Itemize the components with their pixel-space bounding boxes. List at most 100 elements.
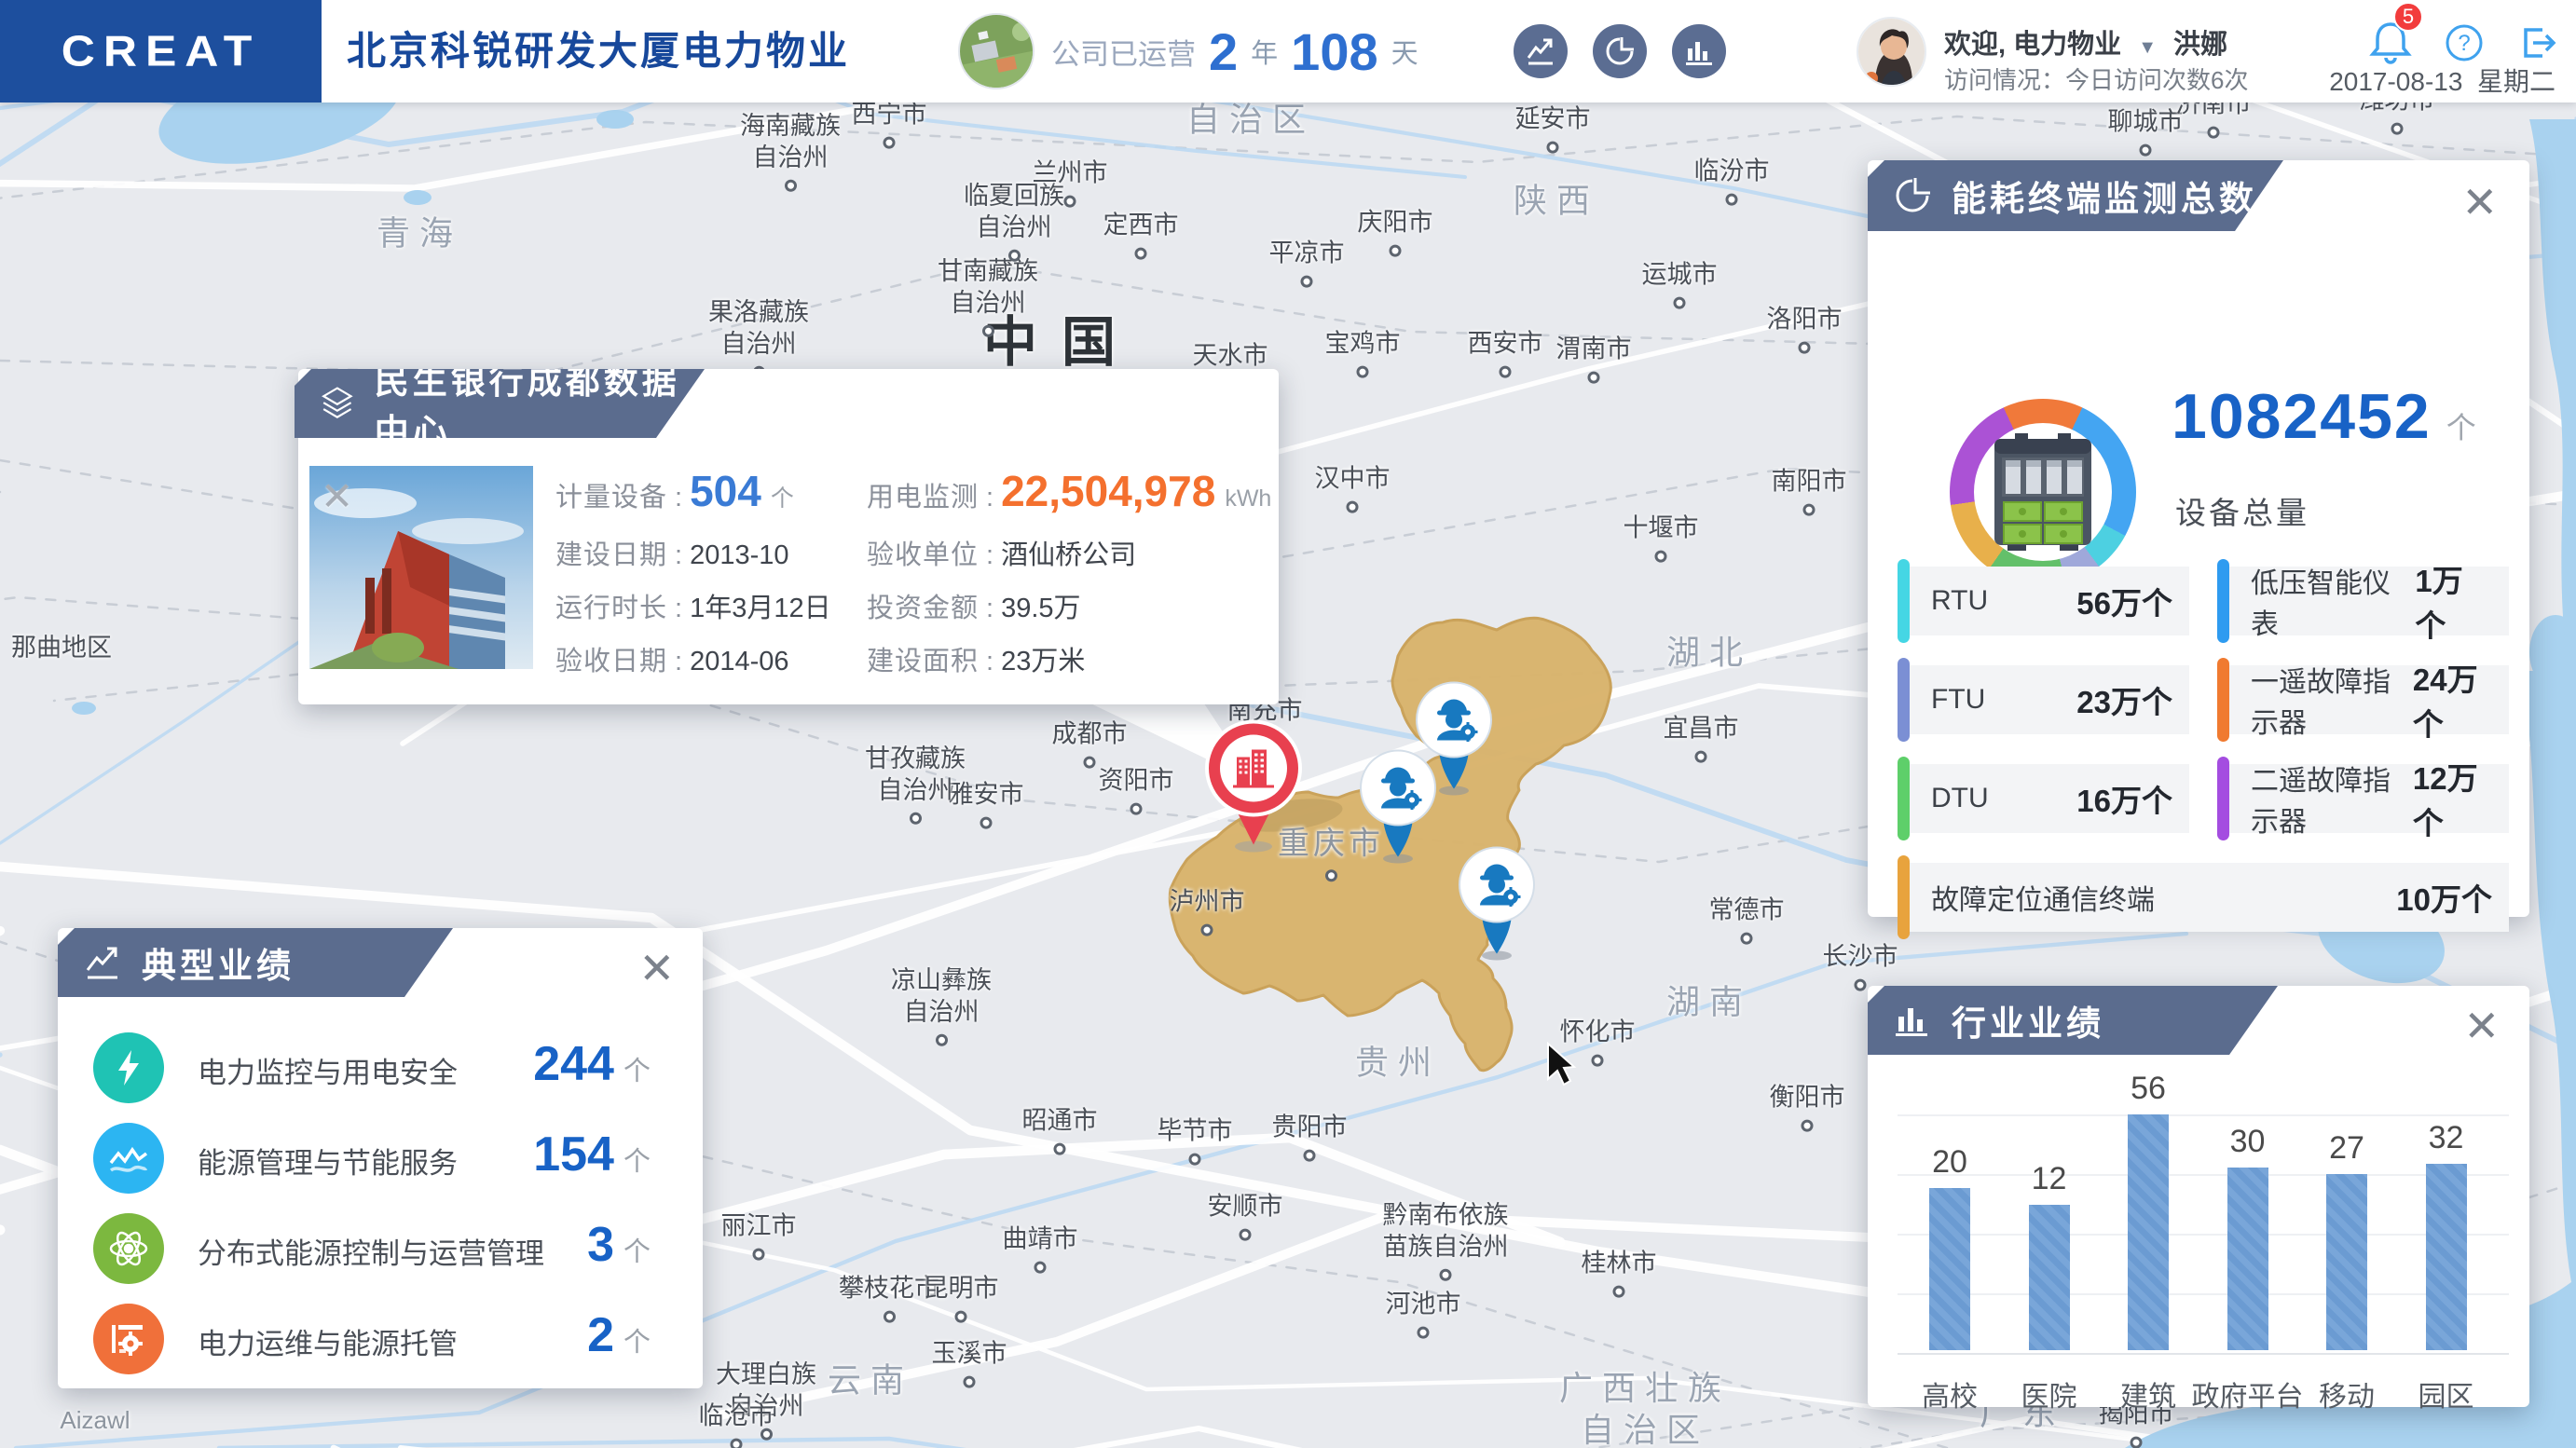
bar-category-label: 园区 bbox=[2418, 1382, 2474, 1413]
user-avatar[interactable] bbox=[1857, 17, 1926, 87]
weekday-text: 星期二 bbox=[2476, 67, 2555, 96]
site-detail-popup: 民生银行成都数据中心 ✕ 计量设备:504 个建设日期:2013-10 运行时长… bbox=[298, 369, 1279, 704]
site-pin-worker[interactable] bbox=[1452, 844, 1541, 968]
bar-category-label: 建筑 bbox=[2120, 1382, 2176, 1413]
industry-performance-panel: 行业业绩 ✕ 20 高校 12 医院 56 建筑 30 政府平台 27 移动 32 园区 bbox=[1868, 986, 2529, 1413]
battery-device-icon bbox=[1994, 433, 2091, 551]
bar[interactable]: 32 bbox=[2425, 1120, 2467, 1350]
popup-field: 验收单位: 酒仙桥公司 bbox=[867, 540, 1137, 570]
performance-label: 电力运维与能源托管 bbox=[198, 1328, 458, 1360]
map-label: 定西市 bbox=[1103, 211, 1179, 260]
city-dot bbox=[2391, 122, 2404, 135]
device-row[interactable]: 低压智能仪表 1万个 bbox=[2217, 559, 2509, 643]
typical-panel-title: 典型业绩 bbox=[142, 947, 295, 985]
popup-field: 建设面积:23万米 bbox=[867, 647, 1086, 676]
device-label: RTU bbox=[1931, 585, 1989, 616]
page-title: 北京科锐研发大厦电力物业 bbox=[347, 29, 851, 73]
map-label: 南阳市 bbox=[1772, 467, 1847, 516]
city-dot bbox=[1587, 371, 1600, 384]
city-dot bbox=[1801, 1119, 1814, 1132]
legend-color-bar bbox=[1898, 658, 1910, 742]
energy-panel-banner: 能耗终端监测总数 bbox=[1868, 160, 2283, 231]
city-dot bbox=[2130, 1436, 2143, 1448]
bar-value: 12 bbox=[2031, 1161, 2067, 1196]
brand-logo[interactable]: CREAT bbox=[0, 0, 322, 102]
city-dot bbox=[1346, 500, 1359, 513]
city-dot bbox=[1612, 1285, 1625, 1298]
site-pin-red-building[interactable] bbox=[1198, 717, 1309, 861]
date-display: 2017-08-13 星期二 bbox=[2329, 61, 2555, 99]
city-dot bbox=[784, 179, 797, 192]
map-label: 黔南布依族 苗族自治州 bbox=[1383, 1200, 1509, 1281]
user-menu[interactable]: 欢迎, 电力物业 ▼ 洪娜 bbox=[1944, 22, 2227, 61]
performance-value: 3 bbox=[587, 1218, 614, 1272]
device-row[interactable]: RTU 56万个 bbox=[1898, 559, 2189, 643]
user-name: 洪娜 bbox=[2173, 30, 2228, 60]
performance-row[interactable]: 电力监控与用电安全 244 个 bbox=[58, 1029, 703, 1109]
city-dot bbox=[883, 1310, 896, 1323]
notification-badge[interactable]: 5 bbox=[2393, 2, 2423, 32]
city-dot bbox=[1053, 1142, 1066, 1155]
device-label: 二遥故障指示器 bbox=[2251, 766, 2391, 838]
device-row[interactable]: 故障定位通信终端 10万个 bbox=[1898, 855, 2509, 939]
map-label: 平凉市 bbox=[1269, 239, 1345, 288]
bar[interactable]: 27 bbox=[2326, 1130, 2367, 1350]
company-runtime: 公司已运营 2 年 108 天 bbox=[1051, 0, 1418, 102]
bar-icon[interactable] bbox=[1672, 24, 1726, 78]
device-label: FTU bbox=[1931, 684, 1986, 715]
device-row[interactable]: DTU 16万个 bbox=[1898, 757, 2189, 840]
city-dot bbox=[1798, 341, 1811, 354]
map-label: 凉山彝族 自治州 bbox=[891, 965, 992, 1046]
bar[interactable]: 30 bbox=[2227, 1124, 2268, 1350]
map-label: 长沙市 bbox=[1823, 942, 1898, 991]
site-pin-worker[interactable] bbox=[1353, 747, 1443, 871]
performance-row[interactable]: 能源管理与节能服务 154 个 bbox=[58, 1119, 703, 1199]
bar[interactable]: 56 bbox=[2128, 1071, 2169, 1350]
close-icon[interactable]: ✕ bbox=[2461, 181, 2498, 224]
device-value: 12万个 bbox=[2412, 761, 2478, 840]
performance-label: 电力监控与用电安全 bbox=[198, 1057, 458, 1089]
legend-color-bar bbox=[1898, 757, 1910, 840]
performance-row[interactable]: 电力运维与能源托管 2个 bbox=[58, 1300, 703, 1380]
city-dot bbox=[954, 1310, 967, 1323]
trend-icon[interactable] bbox=[1514, 24, 1568, 78]
device-row[interactable]: FTU 23万个 bbox=[1898, 658, 2189, 742]
map-label: 毕节市 bbox=[1158, 1116, 1233, 1166]
bar[interactable]: 20 bbox=[1929, 1144, 1970, 1350]
close-icon[interactable]: ✕ bbox=[321, 473, 353, 519]
company-photo[interactable] bbox=[958, 13, 1035, 89]
city-dot bbox=[883, 136, 896, 149]
device-donut-chart[interactable] bbox=[1950, 399, 2136, 585]
city-dot bbox=[752, 1248, 765, 1261]
city-dot bbox=[1694, 750, 1707, 763]
map-label: 衡阳市 bbox=[1770, 1083, 1845, 1132]
map-label: 临汾市 bbox=[1694, 157, 1770, 206]
typical-performance-panel: 典型业绩 ✕ 电力监控与用电安全 244 个 能源管理与节能服务 154 个 分布式… bbox=[58, 928, 703, 1388]
device-label: 一遥故障指示器 bbox=[2251, 667, 2391, 739]
city-dot bbox=[2207, 126, 2220, 139]
city-dot bbox=[2139, 143, 2152, 157]
map-label: 玉溪市 bbox=[932, 1339, 1007, 1388]
bar-category-label: 医院 bbox=[2021, 1382, 2077, 1413]
city-dot bbox=[1499, 365, 1512, 378]
city-dot bbox=[1200, 923, 1213, 936]
city-dot bbox=[1134, 247, 1147, 260]
runtime-days: 108 bbox=[1291, 21, 1378, 81]
map-label: 湖北 bbox=[1665, 633, 1753, 672]
map-label: 曲靖市 bbox=[1003, 1224, 1078, 1274]
device-row[interactable]: 一遥故障指示器 24万个 bbox=[2217, 658, 2509, 742]
map-label: 西安市 bbox=[1468, 329, 1543, 378]
performance-label: 能源管理与节能服务 bbox=[198, 1147, 458, 1180]
runtime-years: 2 bbox=[1209, 21, 1239, 81]
top-header-bar: CREAT 北京科锐研发大厦电力物业 公司已运营 2 年 108 天 欢迎, 电… bbox=[0, 0, 2576, 102]
device-total: 1082452 个 bbox=[2172, 380, 2476, 453]
performance-row[interactable]: 分布式能源控制与运营管理 3个 bbox=[58, 1209, 703, 1290]
map-label: 甘南藏族 自治州 bbox=[938, 256, 1038, 337]
map-label: 宝鸡市 bbox=[1325, 329, 1401, 378]
device-row[interactable]: 二遥故障指示器 12万个 bbox=[2217, 757, 2509, 840]
close-icon[interactable]: ✕ bbox=[638, 947, 675, 990]
pie-icon[interactable] bbox=[1593, 24, 1647, 78]
map-label: 安顺市 bbox=[1208, 1192, 1283, 1241]
bar[interactable]: 12 bbox=[2028, 1161, 2070, 1350]
chevron-down-icon[interactable]: ▼ bbox=[2138, 37, 2157, 58]
